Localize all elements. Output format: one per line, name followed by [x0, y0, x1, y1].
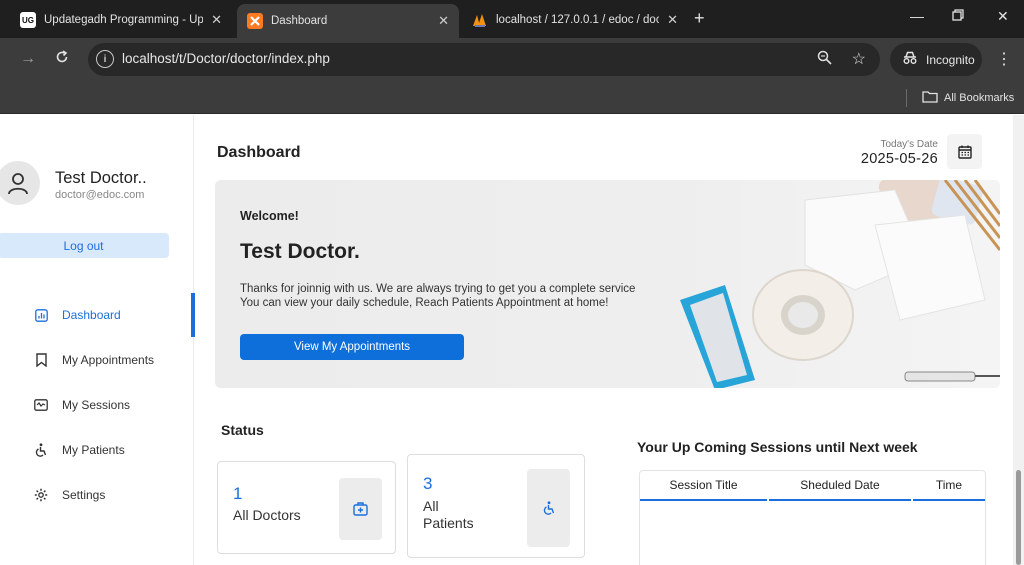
upcoming-sessions-title: Your Up Coming Sessions until Next week: [637, 439, 918, 455]
dashboard-icon: [34, 308, 48, 322]
forward-icon[interactable]: →: [20, 50, 36, 68]
status-card-patients: 3 All Patients: [407, 454, 585, 558]
tab-title: Dashboard: [271, 15, 328, 27]
sidebar-item-label: Settings: [62, 488, 106, 502]
banner-line-1: Thanks for joinnig with us. We are alway…: [240, 283, 636, 295]
tab-title: localhost / 127.0.0.1 / edoc / docto: [496, 14, 660, 26]
sidebar-item-settings[interactable]: Settings: [0, 473, 194, 517]
tab-updategadh[interactable]: UG Updategadh Programming - Upda ✕: [10, 6, 232, 34]
welcome-banner: Welcome! Test Doctor. Thanks for joinnig…: [215, 180, 1000, 388]
incognito-icon: [902, 51, 918, 68]
tab-phpmyadmin[interactable]: localhost / 127.0.0.1 / edoc / docto ✕: [462, 6, 688, 34]
sessions-icon: [34, 398, 48, 412]
close-tab-icon[interactable]: ✕: [667, 12, 678, 28]
address-bar[interactable]: i localhost/t/Doctor/doctor/index.php ☆: [88, 43, 880, 76]
avatar: [0, 161, 40, 205]
xampp-icon: [247, 13, 263, 29]
sidebar: Test Doctor.. doctor@edoc.com Log out Da…: [0, 115, 195, 565]
calendar-icon: [957, 145, 972, 159]
sidebar-item-my-sessions[interactable]: My Sessions: [0, 383, 194, 427]
banner-doctor-name: Test Doctor.: [240, 240, 360, 263]
bookmarks-divider: [906, 89, 907, 107]
banner-line-2: You can view your daily schedule, Reach …: [240, 297, 609, 309]
calendar-button[interactable]: [947, 134, 982, 169]
column-header-scheduled-date: Sheduled Date: [769, 471, 911, 501]
sidebar-item-label: My Sessions: [62, 398, 131, 412]
bookmarks-bar: All Bookmarks: [0, 82, 1024, 114]
close-tab-icon[interactable]: ✕: [438, 13, 449, 29]
upcoming-sessions-table: Session Title Sheduled Date Time: [639, 470, 986, 565]
patients-count: 3: [423, 474, 433, 493]
close-window-icon[interactable]: ✕: [997, 8, 1009, 25]
all-bookmarks-button[interactable]: All Bookmarks: [922, 90, 1014, 106]
sidebar-item-label: My Patients: [62, 443, 125, 457]
doctors-count: 1: [233, 484, 243, 503]
profile-email: doctor@edoc.com: [55, 189, 145, 201]
browser-toolbar: → i localhost/t/Doctor/doctor/index.php …: [0, 38, 1024, 82]
sidebar-item-my-appointments[interactable]: My Appointments: [0, 338, 194, 382]
profile-name: Test Doctor..: [55, 169, 147, 187]
doctor-kit-icon: [339, 478, 382, 540]
zoom-icon[interactable]: [817, 50, 832, 69]
bookmark-star-icon[interactable]: ☆: [852, 49, 866, 69]
browser-menu-icon[interactable]: ⋮: [996, 49, 1012, 69]
updategadh-favicon-icon: UG: [20, 12, 36, 28]
sidebar-item-label: My Appointments: [62, 353, 155, 367]
all-bookmarks-label: All Bookmarks: [944, 92, 1015, 104]
phpmyadmin-icon: [472, 12, 488, 28]
sidebar-item-label: Dashboard: [62, 308, 121, 322]
logout-button[interactable]: Log out: [0, 233, 169, 258]
status-title: Status: [221, 422, 264, 438]
page-scrollbar-thumb[interactable]: [1016, 470, 1021, 565]
browser-tab-bar: UG Updategadh Programming - Upda ✕ Dashb…: [0, 0, 1024, 38]
new-tab-icon[interactable]: +: [694, 8, 705, 29]
incognito-badge[interactable]: Incognito: [890, 43, 982, 76]
minimize-icon[interactable]: —: [910, 8, 924, 24]
tab-title: Updategadh Programming - Upda: [44, 14, 204, 26]
date-value: 2025-05-26: [860, 151, 938, 167]
medical-supplies-image: [655, 180, 1000, 388]
column-header-session-title: Session Title: [640, 471, 767, 501]
folder-icon: [922, 90, 938, 106]
gear-icon: [34, 488, 48, 502]
restore-icon[interactable]: [952, 8, 964, 24]
sidebar-item-dashboard[interactable]: Dashboard: [0, 293, 195, 337]
main-content: Dashboard Today's Date 2025-05-26 Welcom…: [194, 115, 1024, 565]
view-my-appointments-button[interactable]: View My Appointments: [240, 334, 464, 360]
user-icon: [8, 173, 28, 195]
wheelchair-icon: [34, 443, 48, 457]
url-text[interactable]: localhost/t/Doctor/doctor/index.php: [122, 51, 330, 66]
date-label: Today's Date: [880, 139, 939, 150]
close-tab-icon[interactable]: ✕: [211, 12, 222, 28]
sidebar-item-my-patients[interactable]: My Patients: [0, 428, 194, 472]
welcome-text: Welcome!: [240, 209, 299, 223]
column-header-time: Time: [913, 471, 985, 501]
page-title: Dashboard: [217, 144, 301, 161]
site-info-icon[interactable]: i: [96, 50, 114, 68]
incognito-label: Incognito: [926, 52, 975, 67]
bookmark-icon: [34, 353, 48, 367]
reload-icon[interactable]: [55, 50, 69, 69]
wheelchair-icon: [527, 469, 570, 547]
status-card-doctors: 1 All Doctors: [217, 461, 396, 554]
page-content: Test Doctor.. doctor@edoc.com Log out Da…: [0, 115, 1024, 565]
patients-label: All Patients: [423, 498, 474, 531]
doctors-label: All Doctors: [233, 507, 301, 523]
tab-dashboard[interactable]: Dashboard ✕: [237, 4, 459, 38]
